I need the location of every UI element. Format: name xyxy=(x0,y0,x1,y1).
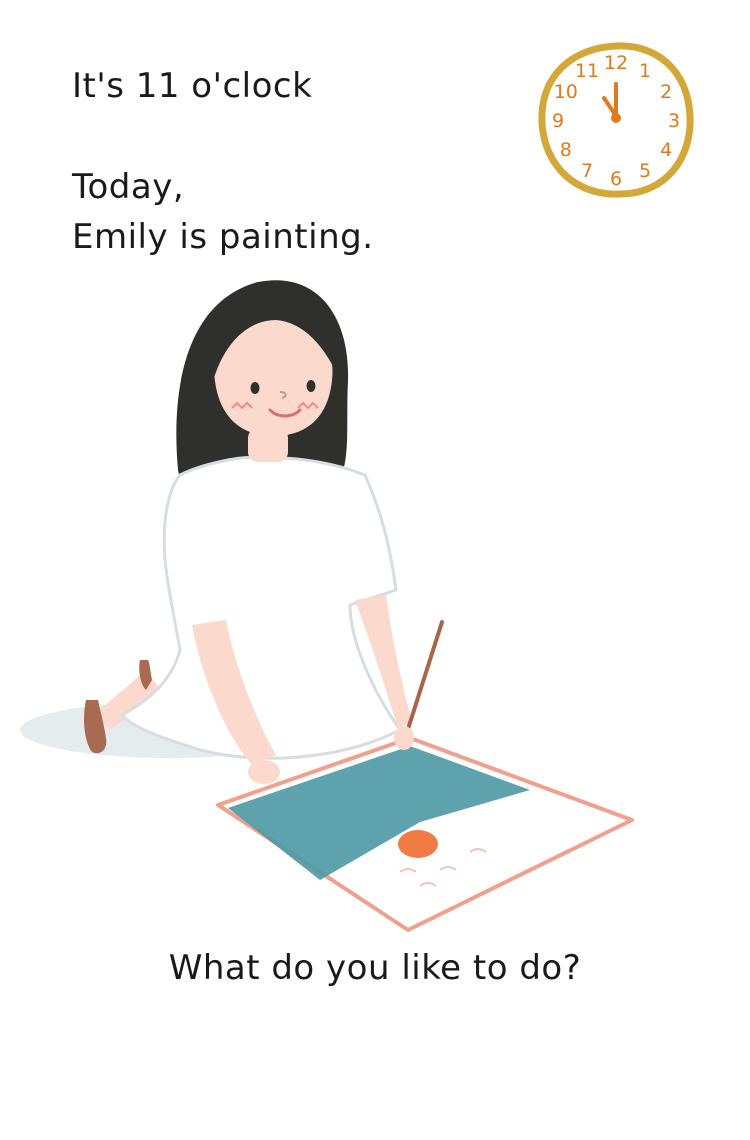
right-hand xyxy=(394,726,414,750)
clock-number-11: 11 xyxy=(575,60,599,82)
clock-number-6: 6 xyxy=(610,168,622,190)
clock-number-2: 2 xyxy=(660,81,672,103)
clock-icon: 12 12 3 45678 9 1011 xyxy=(538,42,694,198)
clock-number-1: 1 xyxy=(639,60,651,82)
clock-number-5: 5 xyxy=(639,160,651,182)
painted-sun xyxy=(398,830,438,858)
clock-number-7: 7 xyxy=(581,160,593,182)
clock-number-9: 9 xyxy=(552,110,564,132)
clock-number-3: 3 xyxy=(668,110,680,132)
left-eye xyxy=(250,382,260,394)
story-text: Today, Emily is painting. xyxy=(72,162,374,262)
question-text: What do you like to do? xyxy=(168,948,582,988)
left-hand xyxy=(248,760,280,784)
clock-number-12: 12 xyxy=(604,52,628,74)
activity-line: Emily is painting. xyxy=(72,217,374,257)
clock-number-10: 10 xyxy=(554,81,578,103)
right-eye xyxy=(306,380,316,392)
time-text: It's 11 o'clock xyxy=(72,66,313,106)
clock-number-8: 8 xyxy=(560,139,572,161)
clock-center xyxy=(611,113,621,123)
clock-number-4: 4 xyxy=(660,139,672,161)
today-line: Today, xyxy=(72,167,185,207)
painting-illustration xyxy=(20,280,634,932)
